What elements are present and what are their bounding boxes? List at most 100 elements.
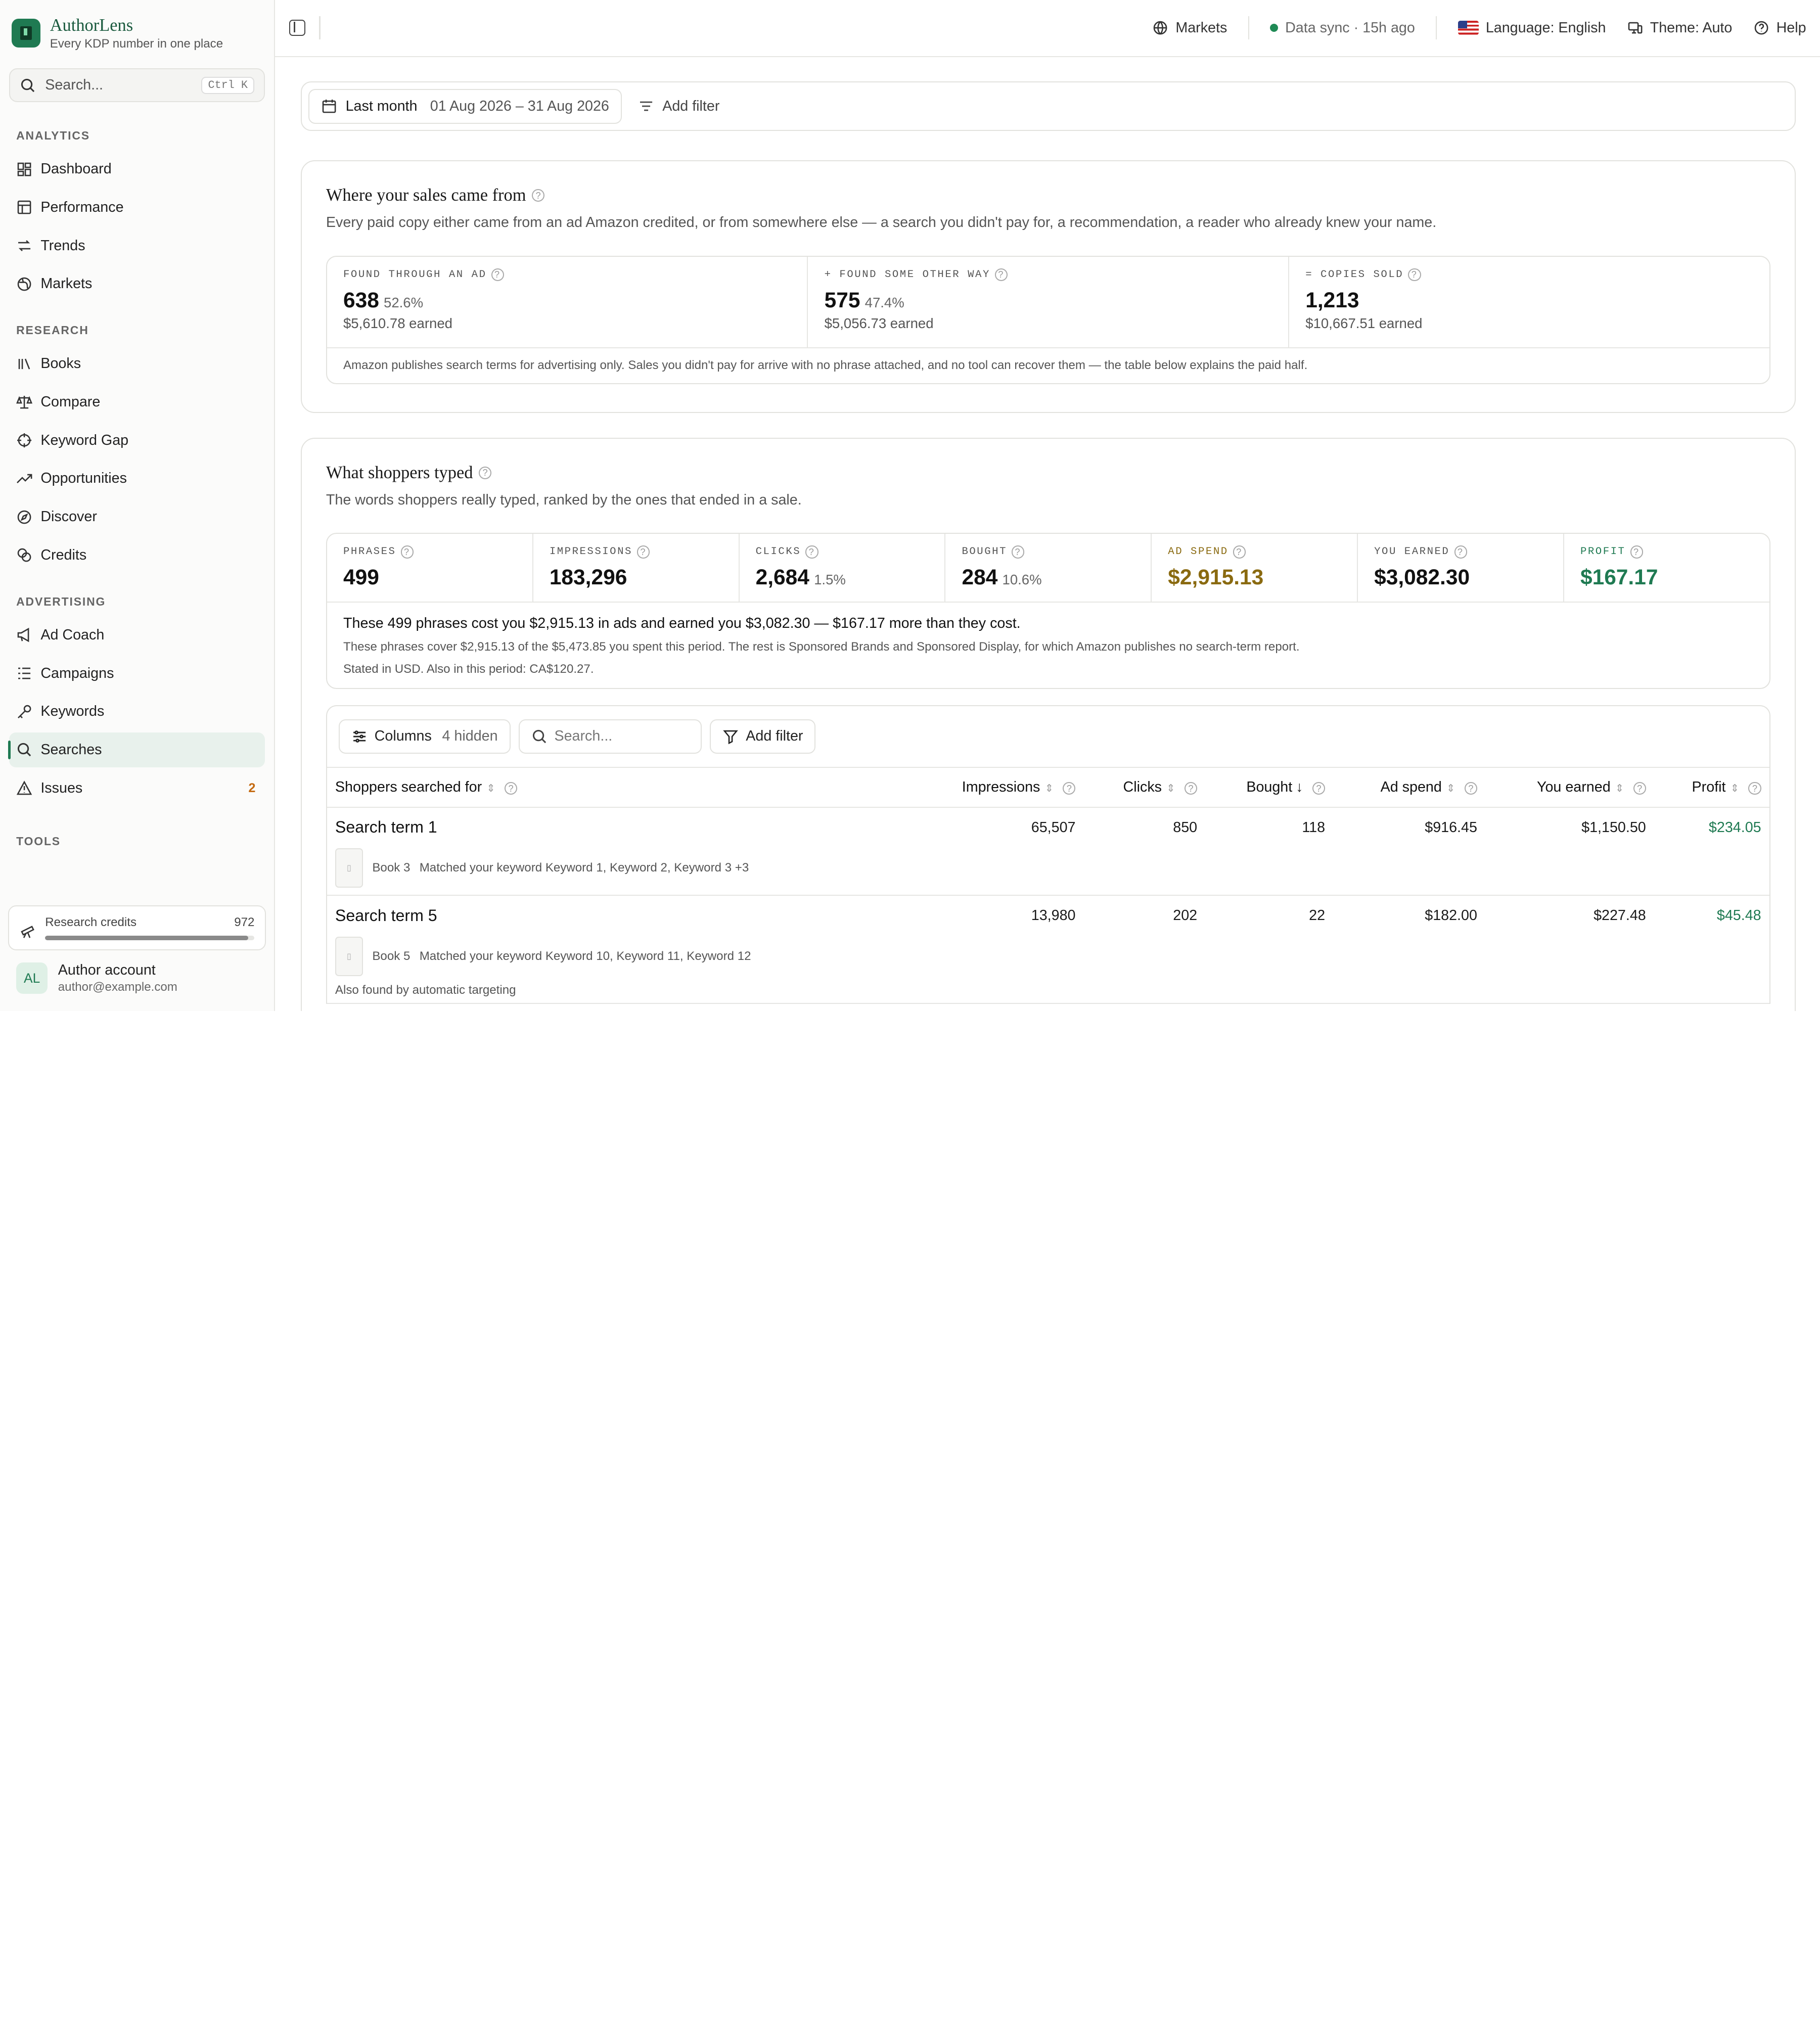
- credits-progress-bar: [45, 935, 255, 940]
- nav-analytics: Dashboard Performance Trends Markets: [9, 152, 264, 301]
- stat-found-through-ad: FOUND THROUGH AN AD? 638 52.6% $5,610.78 …: [327, 256, 808, 347]
- help-icon[interactable]: ?: [478, 466, 492, 479]
- help-icon[interactable]: ?: [1233, 545, 1246, 559]
- list-icon: [16, 665, 32, 681]
- stat-ad-spend: AD SPEND? $2,915.13: [1152, 534, 1358, 602]
- columns-button[interactable]: Columns 4 hidden: [338, 719, 511, 754]
- match-info: Matched your keyword Keyword 10, Keyword…: [419, 949, 751, 963]
- stat-bought: BOUGHT? 284 10.6%: [945, 534, 1152, 602]
- help-icon[interactable]: ?: [1012, 545, 1025, 559]
- help-icon[interactable]: ?: [1184, 782, 1198, 795]
- sidebar-item-dashboard[interactable]: Dashboard: [9, 152, 264, 187]
- help-icon[interactable]: ?: [1454, 545, 1467, 559]
- help-icon[interactable]: ?: [505, 782, 518, 795]
- sidebar-item-keywords[interactable]: Keywords: [9, 694, 264, 729]
- help-icon[interactable]: ?: [805, 545, 818, 559]
- help-icon[interactable]: ?: [1408, 268, 1421, 281]
- help-icon[interactable]: ?: [1312, 782, 1326, 795]
- table-add-filter-button[interactable]: Add filter: [710, 719, 816, 754]
- brand-tagline: Every KDP number in one place: [50, 37, 223, 51]
- column-header-clicks[interactable]: Clicks ⇕?: [1083, 767, 1206, 808]
- date-preset: Last month: [345, 98, 418, 114]
- research-credits-card[interactable]: Research credits 972: [8, 905, 266, 951]
- column-header-ad-spend[interactable]: Ad spend ⇕?: [1333, 767, 1485, 808]
- brand[interactable]: AuthorLens Every KDP number in one place: [9, 0, 264, 58]
- sidebar-item-issues[interactable]: Issues 2: [9, 771, 264, 806]
- stat-label-text: = COPIES SOLD: [1305, 268, 1404, 281]
- stat-value: $2,915.13: [1168, 565, 1341, 589]
- book-name[interactable]: Book 3: [372, 861, 410, 875]
- sidebar-item-markets[interactable]: Markets: [9, 266, 264, 301]
- sidebar-item-label: Searches: [40, 742, 102, 758]
- impressions-cell: 65,507: [908, 807, 1084, 896]
- sidebar-item-discover[interactable]: Discover: [9, 499, 264, 534]
- table-row[interactable]: Search term 5 ▯ Book 5 Matched your keyw…: [327, 895, 1769, 1004]
- issues-count-badge: 2: [248, 780, 256, 795]
- column-header-bought[interactable]: Bought ↓?: [1205, 767, 1334, 808]
- sidebar-item-campaigns[interactable]: Campaigns: [9, 656, 264, 691]
- help-icon[interactable]: ?: [1748, 782, 1761, 795]
- sidebar-item-searches[interactable]: Searches: [8, 732, 265, 767]
- theme-selector[interactable]: Theme: Auto: [1627, 19, 1733, 36]
- column-header-profit[interactable]: Profit ⇕?: [1654, 767, 1769, 808]
- table-toolbar: Columns 4 hidden Search... Add filter: [327, 706, 1769, 768]
- topbar: Markets Data sync · 15h ago Language: En…: [275, 0, 1820, 57]
- sidebar-item-trends[interactable]: Trends: [9, 228, 264, 263]
- stat-value-text: 1,213: [1305, 288, 1359, 312]
- stat-label: YOU EARNED?: [1374, 545, 1547, 559]
- stat-percent: 47.4%: [864, 294, 904, 310]
- help-icon[interactable]: ?: [400, 545, 414, 559]
- sidebar-item-keyword-gap[interactable]: Keyword Gap: [9, 423, 264, 458]
- stat-value-text: 2,684: [755, 565, 809, 589]
- data-sync-status[interactable]: Data sync · 15h ago: [1270, 20, 1415, 36]
- nav-advertising: Ad Coach Campaigns Keywords Searches Iss…: [8, 618, 265, 806]
- language-selector[interactable]: Language: English: [1458, 20, 1606, 36]
- sidebar-toggle-icon[interactable]: [289, 20, 305, 36]
- column-header-label: Profit: [1692, 778, 1726, 795]
- sidebar-item-credits[interactable]: Credits: [9, 538, 264, 573]
- help-button[interactable]: Help: [1753, 20, 1806, 36]
- markets-button[interactable]: Markets: [1152, 20, 1227, 36]
- column-header-impressions[interactable]: Impressions ⇕?: [908, 767, 1084, 808]
- filter-lines-icon: [638, 98, 654, 114]
- sidebar-item-label: Keywords: [40, 703, 105, 720]
- column-header-term[interactable]: Shoppers searched for ⇕?: [327, 767, 909, 808]
- theme-label: Theme: Auto: [1650, 19, 1733, 36]
- book-name[interactable]: Book 5: [372, 949, 410, 963]
- help-icon[interactable]: ?: [637, 545, 650, 559]
- table-header-row: Shoppers searched for ⇕? Impressions ⇕? Cl…: [327, 767, 1769, 808]
- sort-icon: ⇕: [486, 782, 495, 794]
- search-term[interactable]: Search term 1: [335, 808, 901, 837]
- sidebar-item-ad-coach[interactable]: Ad Coach: [9, 618, 264, 653]
- sidebar-item-books[interactable]: Books: [9, 346, 264, 381]
- column-header-you-earned[interactable]: You earned ⇕?: [1485, 767, 1654, 808]
- trends-icon: [16, 238, 32, 254]
- add-filter-button[interactable]: Add filter: [638, 98, 719, 115]
- sort-icon: ⇕: [1446, 782, 1455, 794]
- stat-value: 575 47.4%: [825, 288, 1272, 312]
- account-menu[interactable]: AL Author account author@example.com: [16, 962, 177, 994]
- help-icon[interactable]: ?: [995, 268, 1008, 281]
- help-icon[interactable]: ?: [1633, 782, 1646, 795]
- help-icon[interactable]: ?: [1464, 782, 1477, 795]
- sidebar-search[interactable]: Search... Ctrl K: [9, 68, 265, 103]
- date-range-picker[interactable]: Last month 01 Aug 2026 – 31 Aug 2026: [308, 88, 622, 124]
- term-meta: ▯ Book 3 Matched your keyword Keyword 1,…: [335, 848, 901, 888]
- sort-icon: ⇕: [1166, 782, 1175, 794]
- sync-status-dot: [1270, 24, 1279, 32]
- search-term[interactable]: Search term 5: [335, 896, 901, 925]
- stat-label-text: AD SPEND: [1168, 546, 1228, 558]
- sidebar-item-performance[interactable]: Performance: [9, 190, 264, 225]
- profit-cell: $45.48: [1654, 895, 1769, 1004]
- help-icon[interactable]: ?: [1630, 545, 1643, 559]
- stat-label-text: FOUND THROUGH AN AD: [343, 268, 487, 281]
- stat-value-text: 575: [824, 288, 860, 312]
- table-row[interactable]: Search term 1 ▯ Book 3 Matched your keyw…: [327, 807, 1769, 896]
- sidebar-item-compare[interactable]: Compare: [9, 385, 264, 420]
- help-icon[interactable]: ?: [531, 189, 545, 202]
- help-icon[interactable]: ?: [491, 268, 504, 281]
- column-header-label: You earned: [1536, 778, 1611, 795]
- table-search-input[interactable]: Search...: [518, 719, 702, 754]
- sidebar-item-opportunities[interactable]: Opportunities: [9, 462, 264, 496]
- help-icon[interactable]: ?: [1063, 782, 1076, 795]
